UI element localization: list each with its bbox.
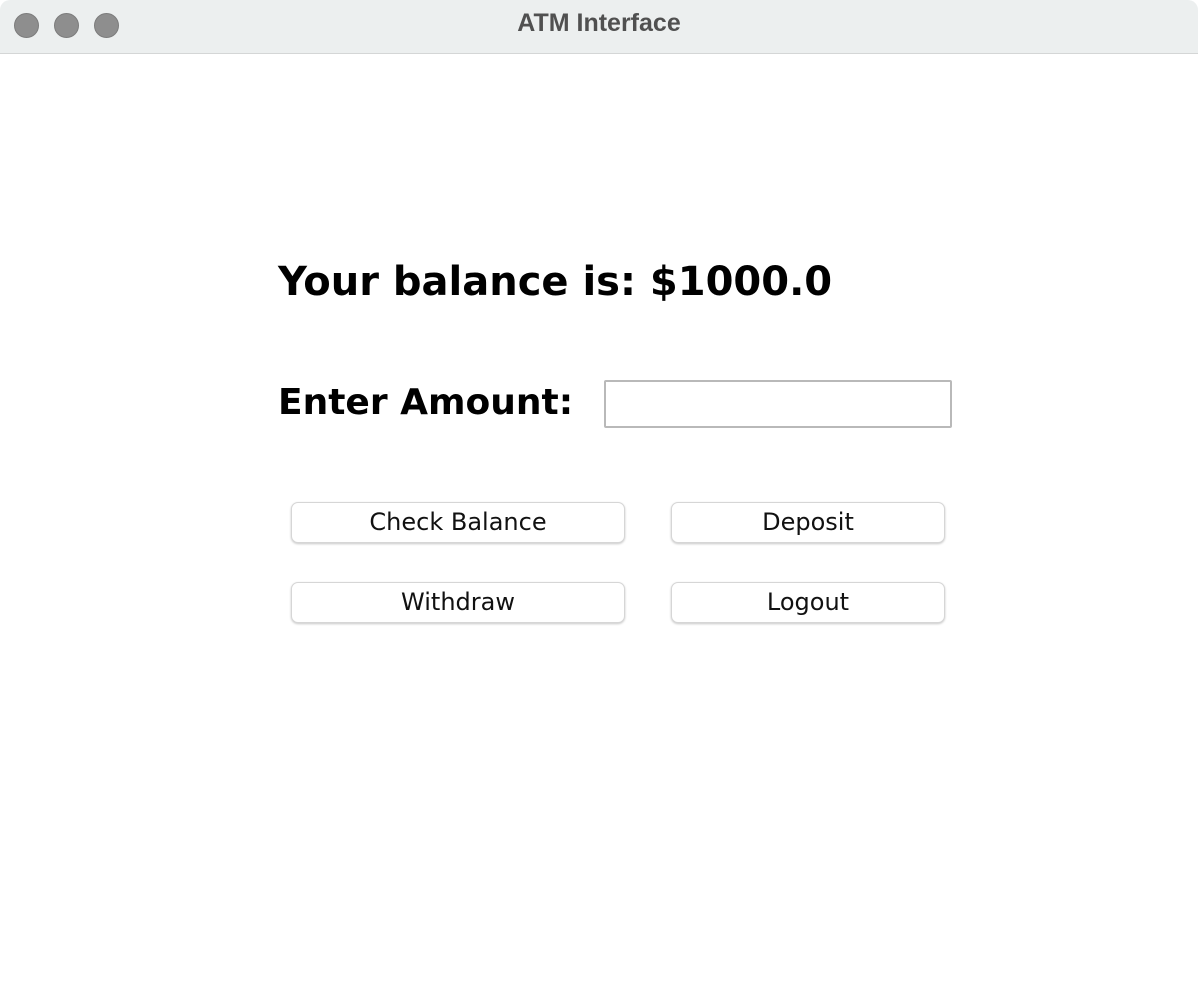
check-balance-button[interactable]: Check Balance [291,502,625,543]
withdraw-button[interactable]: Withdraw [291,582,625,623]
window-title: ATM Interface [517,9,681,37]
deposit-button[interactable]: Deposit [671,502,945,543]
amount-input[interactable] [604,380,952,428]
balance-label: Your balance is: $1000.0 [278,259,833,305]
amount-label: Enter Amount: [278,382,574,423]
title-bar: ATM Interface [0,0,1198,54]
atm-window: ATM Interface Your balance is: $1000.0 E… [0,0,1198,998]
logout-button[interactable]: Logout [671,582,945,623]
